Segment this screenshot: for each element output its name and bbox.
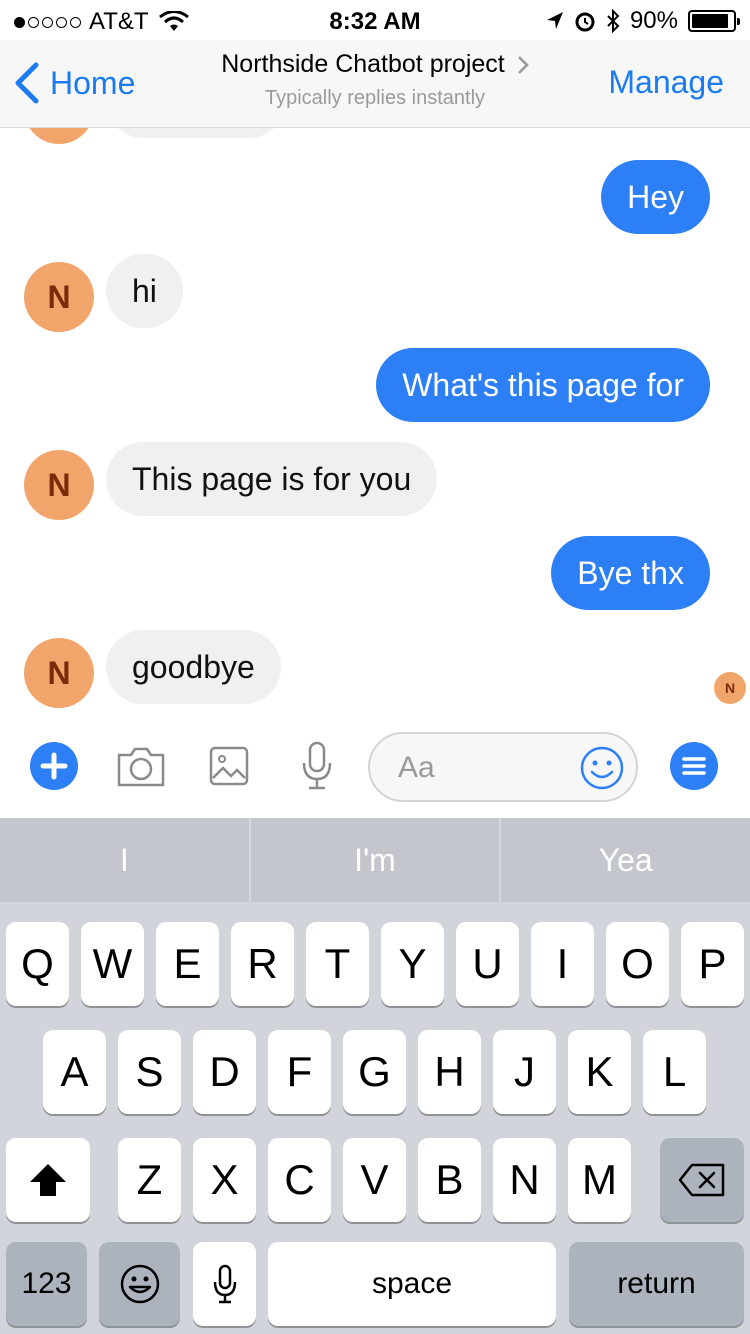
menu-button[interactable]: [664, 738, 724, 794]
key-l[interactable]: L: [643, 1030, 706, 1114]
key-q[interactable]: Q: [6, 922, 69, 1006]
status-right: 90%: [546, 7, 740, 35]
message-bubble-incoming: [106, 128, 286, 138]
key-p[interactable]: P: [681, 922, 744, 1006]
key-r[interactable]: R: [231, 922, 294, 1006]
space-key[interactable]: space: [268, 1242, 556, 1326]
emoji-key[interactable]: [99, 1242, 180, 1326]
key-j[interactable]: J: [493, 1030, 556, 1114]
key-b[interactable]: B: [418, 1138, 481, 1222]
key-s[interactable]: S: [118, 1030, 181, 1114]
key-t[interactable]: T: [306, 922, 369, 1006]
message-bubble-incoming[interactable]: goodbye: [106, 630, 281, 704]
gallery-button[interactable]: [199, 738, 259, 794]
key-h[interactable]: H: [418, 1030, 481, 1114]
shift-arrow-icon: [30, 1164, 66, 1196]
composer: [0, 716, 750, 818]
plus-icon: [30, 742, 78, 790]
suggestion-item[interactable]: I: [0, 818, 249, 902]
key-v[interactable]: V: [343, 1138, 406, 1222]
bluetooth-icon: [607, 9, 620, 33]
microphone-icon: [213, 1264, 236, 1304]
location-arrow-icon: [546, 12, 563, 29]
suggestion-item[interactable]: Yea: [499, 818, 750, 902]
key-u[interactable]: U: [456, 922, 519, 1006]
avatar[interactable]: N: [24, 638, 94, 708]
message-bubble-outgoing[interactable]: What's this page for: [376, 348, 710, 422]
delete-key[interactable]: [660, 1138, 744, 1222]
suggestion-item[interactable]: I'm: [248, 818, 500, 902]
read-receipt-avatar: N: [714, 672, 746, 704]
key-o[interactable]: O: [606, 922, 669, 1006]
voice-button[interactable]: [287, 738, 347, 794]
key-x[interactable]: X: [193, 1138, 256, 1222]
chevron-right-icon: [517, 55, 529, 74]
emoji-icon: [120, 1264, 159, 1304]
key-c[interactable]: C: [268, 1138, 331, 1222]
shift-key[interactable]: [6, 1138, 90, 1222]
key-f[interactable]: F: [268, 1030, 331, 1114]
camera-icon: [117, 747, 165, 787]
emoji-button[interactable]: [580, 746, 624, 790]
message-bubble-outgoing[interactable]: Hey: [601, 160, 710, 234]
key-g[interactable]: G: [343, 1030, 406, 1114]
key-y[interactable]: Y: [381, 922, 444, 1006]
battery-icon: [688, 10, 740, 32]
message-bubble-outgoing[interactable]: Bye thx: [551, 536, 710, 610]
manage-button[interactable]: Manage: [608, 64, 724, 101]
key-z[interactable]: Z: [118, 1138, 181, 1222]
avatar[interactable]: N: [24, 262, 94, 332]
key-w[interactable]: W: [81, 922, 144, 1006]
key-e[interactable]: E: [156, 922, 219, 1006]
gallery-icon: [209, 746, 249, 786]
dictation-key[interactable]: [193, 1242, 256, 1326]
key-n[interactable]: N: [493, 1138, 556, 1222]
avatar[interactable]: N: [24, 450, 94, 520]
message-input[interactable]: [398, 748, 568, 788]
message-bubble-incoming[interactable]: hi: [106, 254, 183, 328]
status-bar: AT&T 8:32 AM 90%: [0, 0, 750, 40]
microphone-icon: [302, 741, 332, 790]
emoji-icon: [580, 746, 624, 790]
backspace-icon: [678, 1163, 725, 1197]
return-key[interactable]: return: [569, 1242, 744, 1326]
key-m[interactable]: M: [568, 1138, 631, 1222]
message-bubble-incoming[interactable]: This page is for you: [106, 442, 438, 516]
key-i[interactable]: I: [531, 922, 594, 1006]
avatar: [24, 128, 94, 144]
key-a[interactable]: A: [43, 1030, 106, 1114]
camera-button[interactable]: [111, 738, 171, 794]
page-title: Northside Chatbot project: [221, 50, 505, 78]
suggestion-bar: I I'm Yea: [0, 818, 750, 902]
conversation[interactable]: Hey N hi What's this page for N This pag…: [0, 128, 750, 716]
add-button[interactable]: [24, 738, 84, 794]
numbers-key[interactable]: 123: [6, 1242, 87, 1326]
nav-bar: Home Northside Chatbot project Typically…: [0, 40, 750, 128]
battery-percent: 90%: [629, 7, 678, 34]
key-k[interactable]: K: [568, 1030, 631, 1114]
menu-icon: [670, 742, 718, 790]
keyboard: I I'm Yea Q W E R T Y U I O P A S D F G …: [0, 818, 750, 1334]
message-field[interactable]: [368, 732, 638, 802]
key-d[interactable]: D: [193, 1030, 256, 1114]
alarm-icon: [575, 12, 595, 32]
